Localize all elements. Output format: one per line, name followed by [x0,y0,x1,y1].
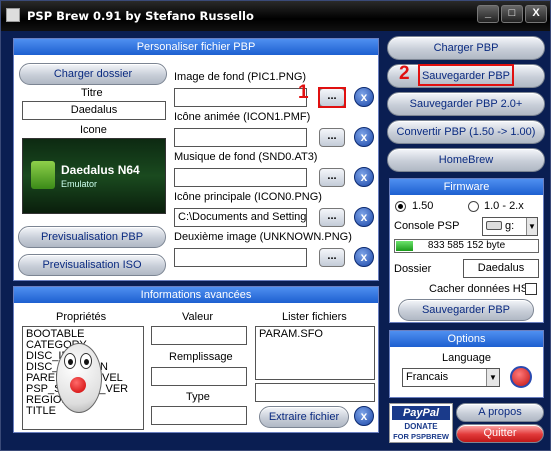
lister-label: Lister fichiers [282,311,347,323]
titre-input[interactable]: Daedalus [22,101,166,120]
field-label-icon0: Icône principale (ICON0.PNG) [174,191,322,203]
browse-button-icon1[interactable]: ... [319,128,345,147]
cacher-label: Cacher données HS [429,283,529,295]
charger-pbp-button[interactable]: Charger PBP [387,36,545,60]
titre-label: Titre [81,87,103,99]
quitter-button[interactable]: Quitter [456,424,544,443]
annotation-highlight-browse [318,87,346,108]
homebrew-button[interactable]: HomeBrew [387,148,545,172]
radio-150-label: 1.50 [412,200,434,212]
for-pspbrew-text: FOR PSPBREW [393,432,449,441]
maximize-button[interactable]: □ [501,5,523,23]
annotation-marker-2: 2 [399,63,410,84]
field-input-snd0[interactable] [174,168,307,187]
donate-text: DONATE [404,422,438,431]
remplissage-input[interactable] [151,367,247,386]
options-panel: Options Language Francais ▼ [389,330,544,398]
field-label-unknown: Deuxième image (UNKNOWN.PNG) [174,231,352,243]
annotation-marker-1: 1 [298,82,309,103]
field-input-pic1[interactable] [174,88,307,107]
annotation-highlight-save [418,64,514,86]
mascot-image [50,335,108,421]
clear-button-icon1[interactable]: x [354,127,374,147]
previsualisation-pbp-button[interactable]: Previsualisation PBP [18,226,166,248]
type-input[interactable] [151,406,247,425]
apropos-button[interactable]: A propos [456,403,544,422]
clear-button-unknown[interactable]: x [354,247,374,267]
dossier-input[interactable]: Daedalus [463,259,539,278]
options-header: Options [390,331,543,347]
clear-files-button[interactable]: x [354,406,374,426]
file-item[interactable]: PARAM.SFO [259,329,371,340]
title-bar: PSP Brew 0.91 by Stefano Russello _ □ X [1,1,550,31]
field-label-pic1: Image de fond (PIC1.PNG) [174,71,307,83]
firmware-sauvegarder-button[interactable]: Sauvegarder PBP [398,299,534,321]
free-space-text: 833 585 152 byte [427,240,506,251]
app-window: PSP Brew 0.91 by Stefano Russello _ □ X … [0,0,551,451]
field-label-snd0: Musique de fond (SND0.AT3) [174,151,318,163]
app-icon [6,8,20,22]
field-input-unknown[interactable] [174,248,307,267]
paypal-donate-button[interactable]: PayPal DONATE FOR PSPBREW [389,403,453,443]
paypal-logo: PayPal [392,406,450,420]
personaliser-header: Personaliser fichier PBP [14,39,378,55]
extraire-fichier-button[interactable]: Extraire fichier [259,406,349,428]
language-chevron-icon[interactable]: ▼ [486,369,499,386]
clear-button-pic1[interactable]: x [354,87,374,107]
files-list[interactable]: PARAM.SFO [255,326,375,380]
firmware-panel: Firmware 1.50 1.0 - 2.x Console PSP g: ▼… [389,178,544,323]
radio-150[interactable] [395,201,406,212]
previsualisation-iso-button[interactable]: Previsualisation ISO [18,254,166,276]
icone-label: Icone [80,124,107,136]
type-label: Type [186,391,210,403]
field-input-icon0[interactable]: C:\Documents and Setting [174,208,307,227]
refresh-icon[interactable] [510,366,532,388]
close-button[interactable]: X [525,5,547,23]
icon-preview: Daedalus N64 Emulator [22,138,166,214]
field-label-icon1: Icône animée (ICON1.PMF) [174,111,311,123]
minimize-button[interactable]: _ [477,5,499,23]
informations-header: Informations avancées [14,287,378,303]
browse-button-snd0[interactable]: ... [319,168,345,187]
remplissage-label: Remplissage [169,351,233,363]
radio-10-2x[interactable] [468,201,479,212]
firmware-header: Firmware [390,179,543,195]
sauvegarder-pbp-20-button[interactable]: Sauvegarder PBP 2.0+ [387,92,545,116]
convertir-pbp-button[interactable]: Convertir PBP (1.50 -> 1.00) [387,120,545,144]
clear-button-snd0[interactable]: x [354,167,374,187]
drive-icon [486,221,502,230]
free-space-bar: 833 585 152 byte [394,239,539,253]
personaliser-panel: Personaliser fichier PBP Charger dossier… [13,38,379,281]
console-psp-label: Console PSP [394,220,460,232]
field-input-icon1[interactable] [174,128,307,147]
icon-title: Daedalus N64 [61,163,140,177]
file-path-input[interactable] [255,383,375,402]
chevron-down-icon[interactable]: ▼ [526,218,537,235]
dossier-label: Dossier [394,263,432,275]
icon-subtitle: Emulator [61,179,98,189]
valeur-label: Valeur [182,311,213,323]
valeur-input[interactable] [151,326,247,345]
proprietes-label: Propriétés [56,311,107,323]
clear-button-icon0[interactable]: x [354,207,374,227]
browse-button-icon0[interactable]: ... [319,208,345,227]
informations-panel: Informations avancées Propriétés Valeur … [13,286,379,433]
charger-dossier-button[interactable]: Charger dossier [19,63,167,85]
browse-button-unknown[interactable]: ... [319,248,345,267]
language-label: Language [442,352,491,364]
radio-10-2x-label: 1.0 - 2.x [484,200,524,212]
window-title: PSP Brew 0.91 by Stefano Russello [27,9,254,23]
cacher-checkbox[interactable] [525,283,537,295]
daedalus-logo-icon [31,161,55,189]
